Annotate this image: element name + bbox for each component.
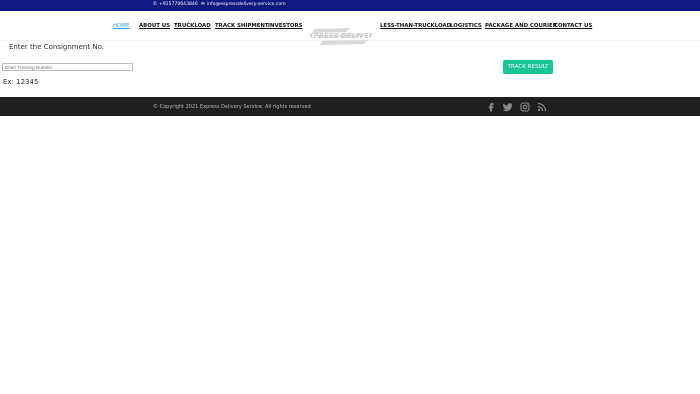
consignment-label: Enter the Consignment No. <box>9 43 104 51</box>
nav-track-shipment[interactable]: TRACK SHIPMENT <box>215 23 269 29</box>
site-logo[interactable]: EXPRESS DELIVERY <box>310 23 372 51</box>
nav-home[interactable]: HOME <box>113 23 129 29</box>
email-contact[interactable]: ✉ info@expressdelivery-service.com <box>201 2 286 7</box>
track-result-button[interactable]: TRACK RESULT <box>503 60 553 74</box>
phone-icon: ✆ <box>153 2 157 7</box>
nav-less-than-truckload[interactable]: LESS-THAN-TRUCKLOAD <box>380 23 451 29</box>
rss-icon[interactable] <box>537 102 547 112</box>
copyright-text: © Copyright 2021 Express Delivery Servic… <box>153 104 311 110</box>
instagram-icon[interactable] <box>520 102 530 112</box>
phone-contact[interactable]: ✆ +915770643846 <box>153 2 198 7</box>
facebook-icon[interactable] <box>486 102 496 112</box>
twitter-icon[interactable] <box>503 102 513 112</box>
example-hint: Ex: 12345 <box>3 78 39 86</box>
tracking-number-input[interactable] <box>2 63 133 71</box>
nav-about-us[interactable]: ABOUT US <box>139 23 170 29</box>
nav-logistics[interactable]: LOGISTICS <box>450 23 482 29</box>
logo-text: EXPRESS DELIVERY <box>310 32 372 40</box>
phone-number: +915770643846 <box>158 2 198 7</box>
top-bar: ✆ +915770643846 ✉ info@expressdelivery-s… <box>0 0 700 11</box>
nav-truckload[interactable]: TRUCKLOAD <box>174 23 211 29</box>
site-footer: © Copyright 2021 Express Delivery Servic… <box>0 97 700 116</box>
nav-contact-us[interactable]: CONTACT US <box>554 23 592 29</box>
site-header: HOME ABOUT US TRUCKLOAD TRACK SHIPMENT I… <box>0 11 700 45</box>
mail-icon: ✉ <box>201 2 205 7</box>
email-address: info@expressdelivery-service.com <box>206 2 286 7</box>
nav-package-and-courier[interactable]: PACKAGE AND COURIER <box>485 23 557 29</box>
nav-investors[interactable]: INVESTORS <box>268 23 303 29</box>
